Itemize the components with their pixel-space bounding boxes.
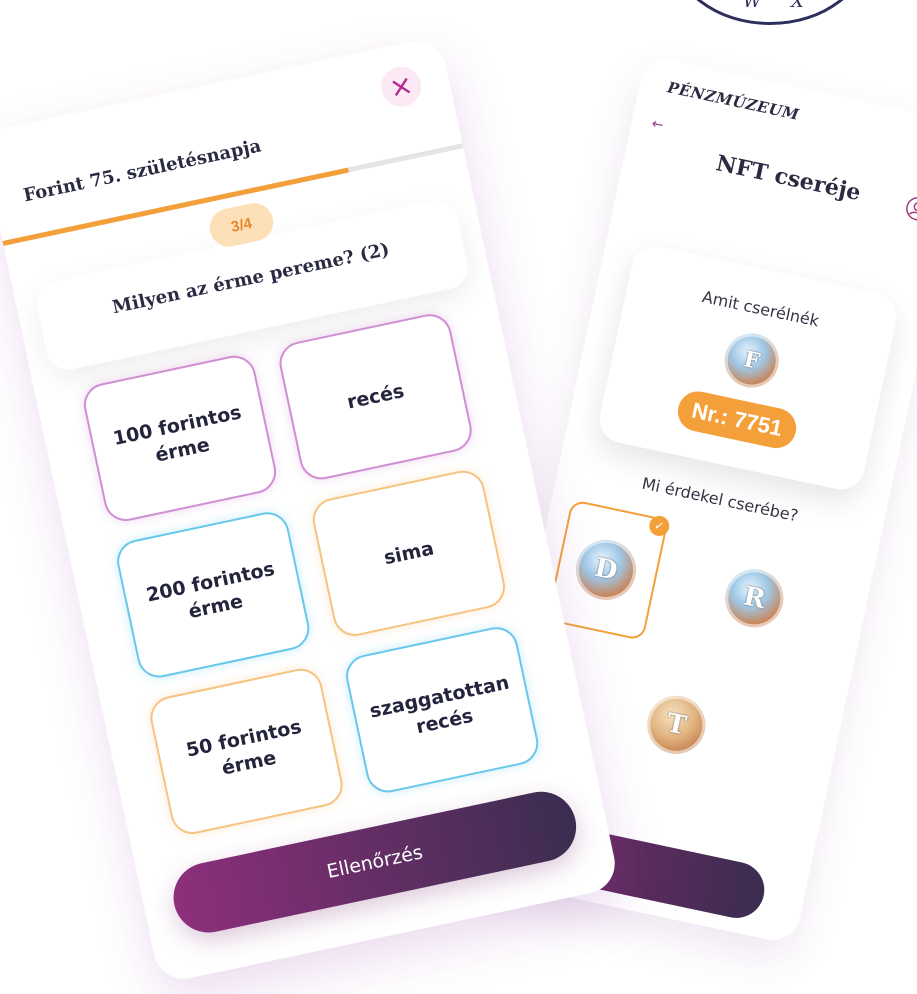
answer-tile-50-forint[interactable]: 50 forintos érme (146, 664, 347, 839)
answer-grid: 100 forintos érme recés 200 forintos érm… (79, 309, 549, 848)
close-icon[interactable]: × (377, 62, 425, 111)
seal-letter-w: W (743, 0, 762, 12)
arrow-left-icon[interactable]: ← (650, 116, 665, 134)
nft-header: PÉNZMÚZEUM ← NFT cseréje (615, 55, 917, 270)
answer-tile-sima[interactable]: sima (308, 466, 510, 640)
coin-option-d: D (570, 534, 642, 606)
coin-option-t[interactable]: T (641, 690, 711, 760)
coin-option-r[interactable]: R (719, 563, 789, 633)
check-icon: ✓ (647, 514, 672, 538)
seal-letter-x: X (791, 0, 804, 12)
quiz-screen: Forint 75. születésnapja × Milyen az érm… (0, 35, 621, 985)
answer-tile-200-forint[interactable]: 200 forintos érme (113, 508, 314, 682)
answer-tile-reces[interactable]: recés (275, 310, 476, 484)
offer-card: Amit cserélnék F Nr.: 7751 (595, 242, 901, 494)
nft-coin-offer: F (719, 328, 784, 393)
brand-logo: PÉNZMÚZEUM (665, 78, 801, 124)
answer-tile-100-forint[interactable]: 100 forintos érme (79, 351, 281, 526)
page-title: NFT cseréje (713, 150, 864, 207)
seal-logo: W X (670, 0, 870, 25)
coin-option-selected[interactable]: ✓ D (546, 499, 672, 642)
nft-number-badge: Nr.: 7751 (674, 387, 800, 452)
answer-tile-szaggatottan-reces[interactable]: szaggatottan recés (342, 623, 543, 797)
